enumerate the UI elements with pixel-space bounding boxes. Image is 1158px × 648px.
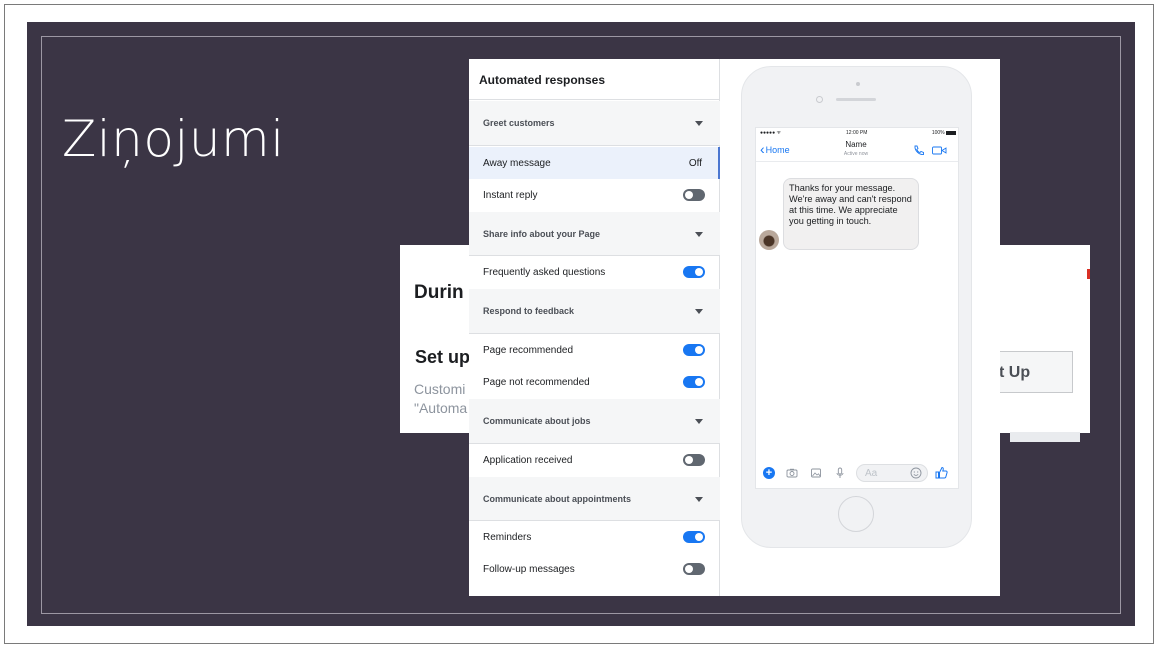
- reminders-toggle[interactable]: [683, 531, 705, 543]
- battery-icon: [946, 130, 956, 135]
- status-text: Off: [688, 157, 702, 169]
- section-greet-customers[interactable]: Greet customers: [469, 101, 720, 146]
- phone-speaker: [836, 98, 876, 101]
- phone-sensor: [816, 96, 823, 103]
- row-page-not-recommended[interactable]: Page not recommended: [469, 366, 720, 398]
- avatar: [759, 230, 779, 250]
- row-label: Frequently asked questions: [483, 266, 606, 278]
- back-button[interactable]: ‹Home: [760, 141, 790, 157]
- chevron-down-icon: [695, 231, 703, 237]
- section-share-info[interactable]: Share info about your Page: [469, 212, 720, 256]
- chevron-down-icon: [695, 309, 703, 314]
- thumbs-up-icon[interactable]: [935, 466, 948, 479]
- contact-name: Name: [845, 140, 867, 149]
- row-label: Instant reply: [483, 189, 538, 201]
- page-recommended-toggle[interactable]: [683, 344, 705, 356]
- row-label: Follow-up messages: [483, 563, 575, 575]
- chevron-left-icon: ‹: [760, 141, 765, 157]
- page-not-recommended-toggle[interactable]: [683, 376, 705, 388]
- section-label: Respond to feedback: [483, 306, 575, 316]
- status-bar: ●●●●● ᯤ 12:00 PM 100%: [758, 130, 956, 138]
- row-application-received[interactable]: Application received: [469, 444, 720, 476]
- image-icon[interactable]: [810, 467, 822, 479]
- phone-home-button: [838, 496, 874, 532]
- row-reminders[interactable]: Reminders: [469, 521, 720, 553]
- background-description: Customi "Automa: [414, 380, 467, 418]
- row-label: Reminders: [483, 531, 532, 543]
- phone-call-icon[interactable]: [913, 145, 925, 156]
- panel-title: Automated responses: [469, 59, 719, 100]
- row-label: Page not recommended: [483, 376, 590, 388]
- plus-icon[interactable]: +: [763, 467, 775, 479]
- faq-toggle[interactable]: [683, 266, 705, 278]
- slide-title: Ziņojumi: [62, 110, 285, 168]
- row-faq[interactable]: Frequently asked questions: [469, 256, 720, 288]
- background-setup-heading: Set up: [415, 347, 471, 367]
- section-label: Greet customers: [483, 118, 555, 128]
- background-description-line-2: "Automa: [414, 400, 468, 416]
- background-divider: [1010, 432, 1080, 442]
- instant-reply-toggle[interactable]: [683, 189, 705, 201]
- red-indicator: [1087, 269, 1090, 279]
- background-heading: Durin: [414, 282, 464, 303]
- chevron-down-icon: [695, 419, 703, 424]
- row-label: Application received: [483, 454, 573, 466]
- row-away-message[interactable]: Away message Off: [469, 147, 720, 179]
- battery-indicator: 100%: [932, 130, 956, 136]
- row-label: Page recommended: [483, 344, 574, 356]
- chevron-down-icon: [695, 496, 703, 502]
- background-description-line-1: Customi: [414, 381, 466, 397]
- section-label: Communicate about jobs: [483, 416, 591, 426]
- section-label: Communicate about appointments: [483, 493, 632, 504]
- contact-status: Active now: [843, 151, 869, 157]
- emoji-icon[interactable]: [910, 467, 922, 479]
- responses-list: Automated responses Greet customers Away…: [469, 59, 720, 596]
- microphone-icon[interactable]: [834, 467, 846, 479]
- row-follow-up-messages[interactable]: Follow-up messages: [469, 553, 720, 585]
- section-label: Share info about your Page: [483, 228, 601, 239]
- row-label: Away message: [483, 157, 551, 169]
- follow-up-messages-toggle[interactable]: [683, 563, 705, 575]
- section-communicate-appointments[interactable]: Communicate about appointments: [469, 477, 720, 521]
- status-time: 12:00 PM: [846, 130, 868, 136]
- section-communicate-jobs[interactable]: Communicate about jobs: [469, 399, 720, 444]
- application-received-toggle[interactable]: [683, 454, 705, 466]
- row-page-recommended[interactable]: Page recommended: [469, 334, 720, 366]
- chevron-down-icon: [695, 121, 703, 126]
- signal-indicator: ●●●●● ᯤ: [760, 130, 782, 136]
- video-call-icon[interactable]: [932, 146, 947, 155]
- row-instant-reply[interactable]: Instant reply: [469, 179, 720, 211]
- camera-icon[interactable]: [786, 467, 798, 479]
- phone-camera: [856, 82, 860, 86]
- section-respond-to-feedback[interactable]: Respond to feedback: [469, 289, 720, 334]
- message-bubble: Thanks for your message. We're away and …: [783, 178, 919, 250]
